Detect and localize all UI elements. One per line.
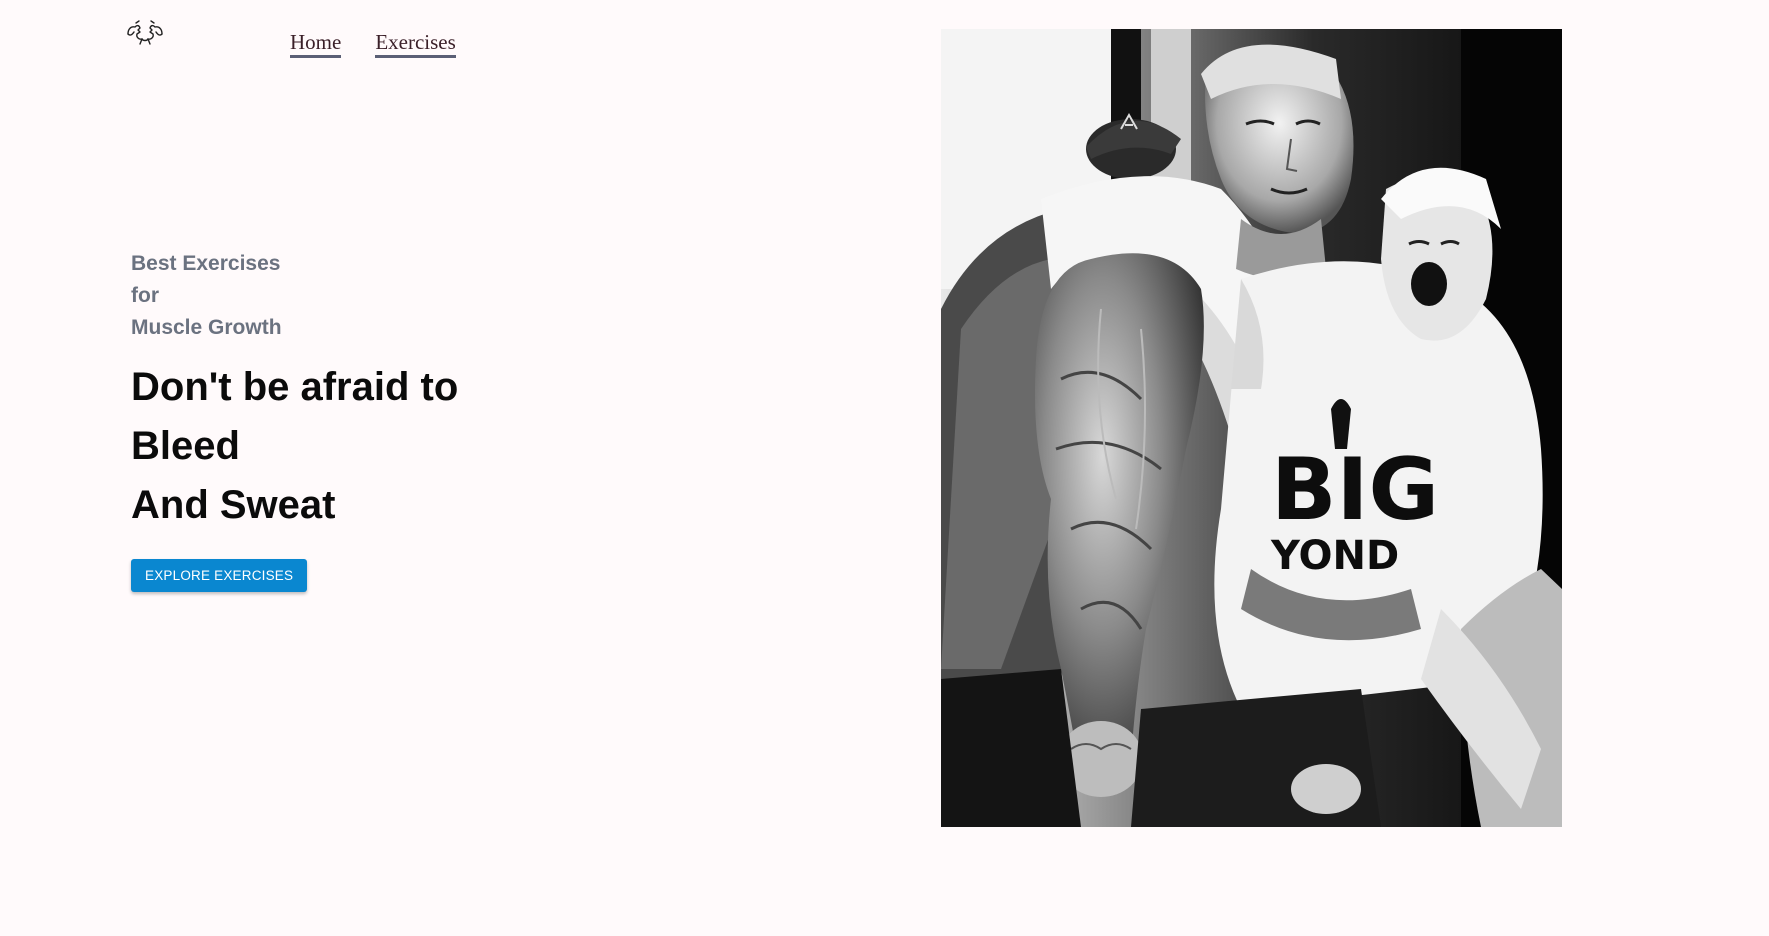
flexing-arms-icon[interactable]: [126, 20, 164, 50]
hero-headline-line: Don't be afraid to: [131, 365, 459, 409]
nav-link-home[interactable]: Home: [290, 30, 342, 58]
nav-link-exercises[interactable]: Exercises: [375, 30, 456, 58]
hero-subtitle-line: Best Exercises: [131, 252, 281, 275]
hero-headline: Don't be afraid to Bleed And Sweat: [131, 358, 458, 535]
hero-section: Best Exercises for Muscle Growth Don't b…: [131, 248, 458, 592]
hero-subtitle-line: for: [131, 284, 159, 307]
page: Home Exercises Best Exercises for Muscle…: [0, 0, 1769, 936]
shirt-print-yond: YOND: [1270, 533, 1399, 579]
hero-headline-line: Bleed: [131, 424, 240, 468]
hero-headline-line: And Sweat: [131, 483, 336, 527]
explore-exercises-button[interactable]: EXPLORE EXERCISES: [131, 559, 308, 592]
banner-image: BIG YOND: [941, 29, 1562, 827]
hero-subtitle-line: Muscle Growth: [131, 316, 282, 339]
hero-subtitle: Best Exercises for Muscle Growth: [131, 248, 458, 344]
shirt-print-big: BIG: [1271, 440, 1439, 540]
main-nav: Home Exercises: [290, 30, 456, 58]
